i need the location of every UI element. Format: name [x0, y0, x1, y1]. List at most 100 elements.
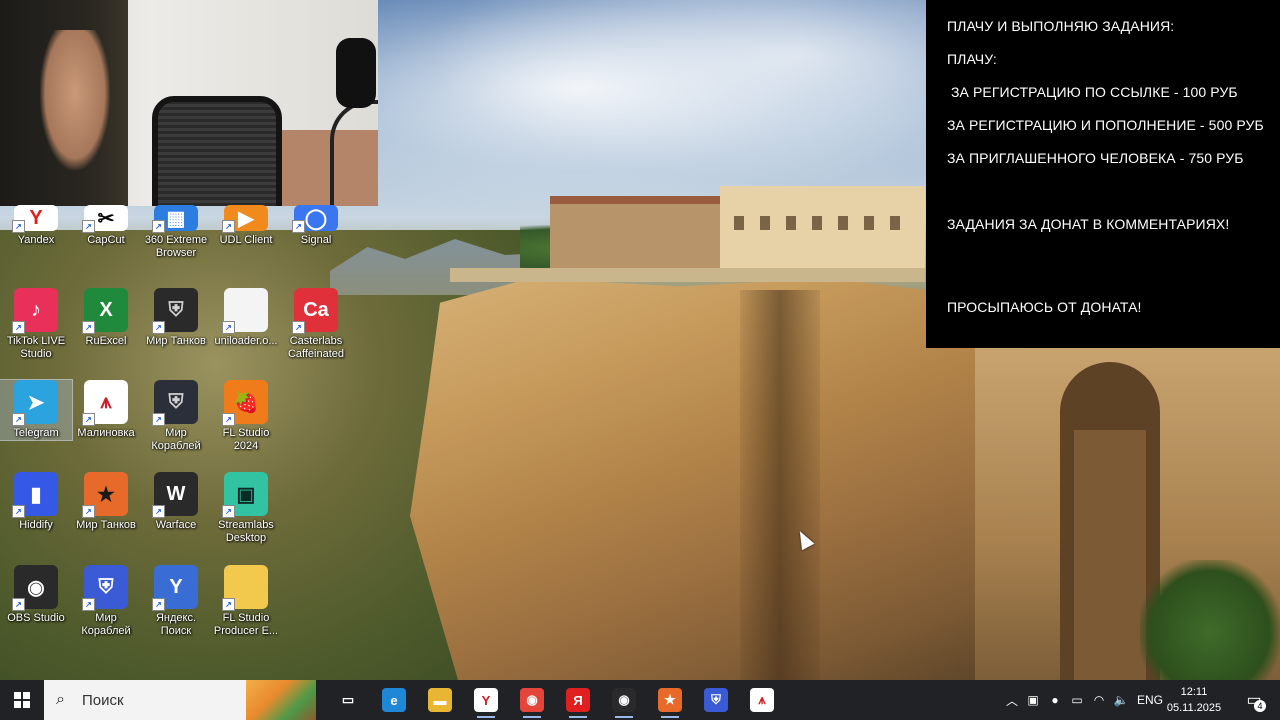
stream-info-panel: ПЛАЧУ И ВЫПОЛНЯЮ ЗАДАНИЯ: ПЛАЧУ: ЗА РЕГИ… [926, 0, 1280, 348]
desktop-icon[interactable]: Ca ↗ Casterlabs Caffeinated [280, 288, 352, 361]
desktop-icon-label: OBS Studio [7, 612, 65, 624]
desktop-icon[interactable]: ↗ uniloader.o... [210, 288, 282, 348]
desktop-icon[interactable]: ♪ ↗ TikTok LIVE Studio [0, 288, 72, 361]
360-browser-icon: ▦ ↗ [152, 205, 198, 233]
desktop-icon[interactable]: ✂ ↗ CapCut [70, 205, 142, 247]
shortcut-arrow-icon: ↗ [152, 220, 165, 233]
camera-icon[interactable]: ▣ [1022, 693, 1044, 707]
desktop-icon[interactable]: ★ ↗ Мир Танков [70, 472, 142, 532]
panel-line: ЗА РЕГИСТРАЦИЮ ПО ССЫЛКЕ - 100 РУБ [947, 84, 1238, 100]
show-hidden-icons-chevron-icon[interactable]: ︿ [1002, 692, 1022, 709]
running-indicator [615, 716, 633, 718]
desktop-icon[interactable]: ↗ FL Studio Producer E... [210, 565, 282, 638]
taskbar-app-malinovka[interactable]: ⩚ [740, 680, 784, 720]
taskbar-app-mir-tankov[interactable]: ★ [648, 680, 692, 720]
shortcut-arrow-icon: ↗ [82, 321, 95, 334]
signal-icon: ◯ ↗ [292, 205, 338, 233]
panel-line: ПЛАЧУ И ВЫПОЛНЯЮ ЗАДАНИЯ: [947, 18, 1175, 34]
desktop-icon[interactable]: ▶ ↗ UDL Client [210, 205, 282, 247]
terrace [450, 268, 925, 282]
shortcut-arrow-icon: ↗ [222, 413, 235, 426]
shortcut-arrow-icon: ↗ [12, 220, 25, 233]
taskbar-app-yandex[interactable]: Я [556, 680, 600, 720]
desktop-icon-label: 360 Extreme Browser [144, 234, 208, 259]
shortcut-arrow-icon: ↗ [292, 321, 305, 334]
shortcut-arrow-icon: ↗ [222, 220, 235, 233]
edge-icon: e [382, 688, 406, 712]
webcam-chair [152, 96, 282, 206]
chrome-icon: ◉ [520, 688, 544, 712]
tiktok-live-icon: ♪ ↗ [12, 288, 58, 334]
webcam-hand [40, 30, 110, 170]
desktop-icon-label: Мир Танков [146, 335, 206, 347]
capcut-icon: ✂ ↗ [82, 205, 128, 233]
desktop-icon[interactable]: ⛨ ↗ Мир Танков [140, 288, 212, 348]
microphone-icon[interactable]: ● [1044, 693, 1066, 707]
desktop-icon[interactable]: W ↗ Warface [140, 472, 212, 532]
shortcut-arrow-icon: ↗ [222, 321, 235, 334]
taskbar: ⌕ Поиск ▭ e ▬ Y ◉ Я ◉ ★ ⛨ ⩚ ︿ ▣ ● ▭ ◠ 🔈 ENG 12:11… [0, 680, 1280, 720]
shortcut-arrow-icon: ↗ [82, 505, 95, 518]
desktop-icon[interactable]: ◯ ↗ Signal [280, 205, 352, 247]
desktop-icon-label: UDL Client [219, 234, 273, 246]
start-button[interactable] [0, 680, 44, 720]
fl-studio-icon: 🍓 ↗ [222, 380, 268, 426]
desktop-icon-label: TikTok LIVE Studio [6, 335, 66, 360]
webcam-overlay [0, 0, 378, 206]
udl-client-icon: ▶ ↗ [222, 205, 268, 233]
search-placeholder: Поиск [82, 691, 124, 709]
casterlabs-icon: Ca ↗ [292, 288, 338, 334]
desktop-icon[interactable]: ◉ ↗ OBS Studio [0, 565, 72, 625]
mir-tankov-icon: ⛨ ↗ [152, 288, 198, 334]
streamlabs-icon: ▣ ↗ [222, 472, 268, 518]
running-indicator [661, 716, 679, 718]
running-indicator [523, 716, 541, 718]
desktop-icon-label: Малиновка [77, 427, 135, 439]
yandex-icon: Я [566, 688, 590, 712]
malinovka-icon: ⩚ [750, 688, 774, 712]
clock-date: 05.11.2025 [1166, 702, 1222, 714]
taskbar-app-mir-korabley[interactable]: ⛨ [694, 680, 738, 720]
obs-icon: ◉ ↗ [12, 565, 58, 611]
mir-korabley-icon: ⛨ [704, 688, 728, 712]
webcam-mic-stand [330, 100, 378, 206]
ruexcel-icon: X ↗ [82, 288, 128, 334]
desktop-icon[interactable]: X ↗ RuExcel [70, 288, 142, 348]
taskbar-app-task-view[interactable]: ▭ [326, 680, 370, 720]
mir-korabley-lesta-icon: ⛨ ↗ [82, 565, 128, 611]
taskbar-app-yandex-browser[interactable]: Y [464, 680, 508, 720]
taskbar-app-file-explorer[interactable]: ▬ [418, 680, 462, 720]
desktop-icon-label: Мир Танков [76, 519, 136, 531]
desktop-icon-label: Signal [300, 234, 332, 246]
volume-icon[interactable]: 🔈 [1110, 693, 1132, 707]
panel-line: ЗА ПРИГЛАШЕННОГО ЧЕЛОВЕКА - 750 РУБ [947, 150, 1244, 166]
taskbar-search[interactable]: ⌕ Поиск [44, 680, 316, 720]
system-tray: ︿ ▣ ● ▭ ◠ 🔈 ENG [1002, 680, 1168, 720]
desktop-icon[interactable]: Y ↗ Yandex [0, 205, 72, 247]
desktop-icon[interactable]: Y ↗ Яндекс. Поиск [140, 565, 212, 638]
desktop-icon[interactable]: ⩚ ↗ Малиновка [70, 380, 142, 440]
clock[interactable]: 12:11 05.11.2025 [1160, 684, 1228, 716]
battery-icon[interactable]: ▭ [1066, 693, 1088, 707]
wifi-icon[interactable]: ◠ [1088, 693, 1110, 707]
desktop-icon-label: Мир Кораблей [81, 612, 131, 637]
desktop-icon[interactable]: ▦ ↗ 360 Extreme Browser [140, 205, 212, 260]
taskbar-app-chrome[interactable]: ◉ [510, 680, 554, 720]
shortcut-arrow-icon: ↗ [12, 413, 25, 426]
desktop-icon[interactable]: ⛨ ↗ Мир Кораблей [140, 380, 212, 453]
mir-korabley-icon: ⛨ ↗ [152, 380, 198, 426]
notification-center-button[interactable]: ▭ 4 [1234, 680, 1274, 720]
desktop-icon[interactable]: ➤ ↗ Telegram [0, 379, 73, 441]
desktop-icon[interactable]: ▮ ↗ Hiddify [0, 472, 72, 532]
taskbar-app-obs-recording[interactable]: ◉ [602, 680, 646, 720]
desktop-icon-label: Telegram [13, 427, 59, 439]
yandex-search-icon: Y ↗ [152, 565, 198, 611]
notification-count: 4 [1254, 700, 1266, 712]
desktop-icon[interactable]: 🍓 ↗ FL Studio 2024 [210, 380, 282, 453]
running-indicator [477, 716, 495, 718]
panel-line: ЗА РЕГИСТРАЦИЮ И ПОПОЛНЕНИЕ - 500 РУБ [947, 117, 1264, 133]
desktop-icon[interactable]: ⛨ ↗ Мир Кораблей [70, 565, 142, 638]
desktop-icon[interactable]: ▣ ↗ Streamlabs Desktop [210, 472, 282, 545]
taskbar-app-edge[interactable]: e [372, 680, 416, 720]
yandex-browser-icon: Y [474, 688, 498, 712]
